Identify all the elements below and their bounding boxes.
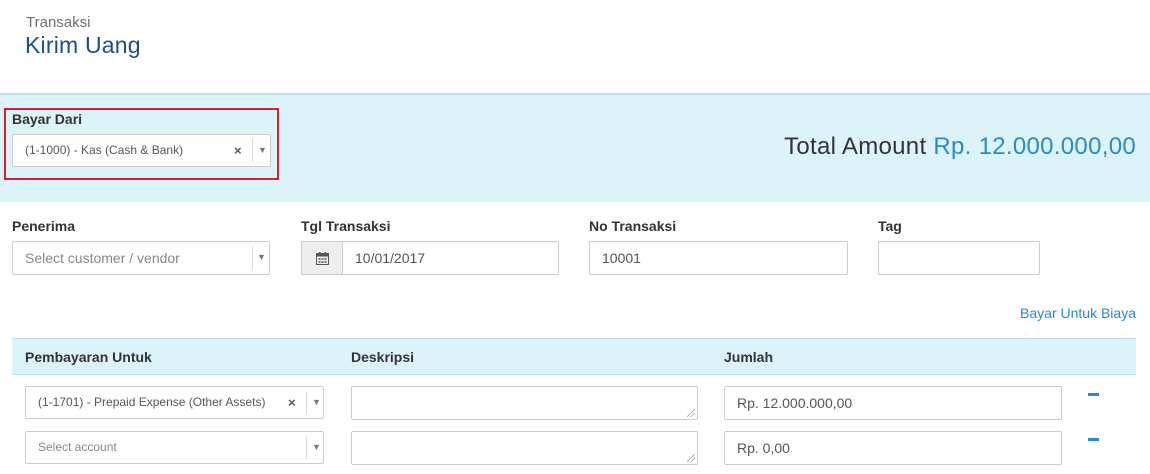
- chevron-down-icon[interactable]: ▼: [258, 145, 267, 155]
- select-divider: [252, 139, 253, 162]
- select-divider: [252, 246, 253, 270]
- amount-value: Rp. 12.000.000,00: [737, 395, 853, 411]
- amount-input[interactable]: Rp. 0,00: [724, 431, 1062, 465]
- page-title: Kirim Uang: [25, 32, 141, 58]
- page-header: Transaksi Kirim Uang: [0, 0, 1150, 93]
- pay-from-value: (1-1000) - Kas (Cash & Bank): [25, 143, 184, 157]
- column-header-amount: Jumlah: [724, 349, 774, 365]
- date-value: 10/01/2017: [355, 250, 426, 266]
- chevron-down-icon[interactable]: ▼: [312, 397, 321, 407]
- select-divider: [306, 391, 307, 414]
- pay-expense-link[interactable]: Bayar Untuk Biaya: [1020, 305, 1136, 321]
- resize-handle-icon[interactable]: [687, 409, 695, 417]
- column-header-description: Deskripsi: [351, 349, 415, 365]
- table-header: Pembayaran Untuk Deskripsi Jumlah: [12, 338, 1136, 375]
- pay-from-select[interactable]: (1-1000) - Kas (Cash & Bank) × ▼: [12, 134, 271, 167]
- chevron-down-icon[interactable]: ▼: [257, 252, 266, 262]
- account-value: (1-1701) - Prepaid Expense (Other Assets…: [38, 395, 266, 409]
- amount-value: Rp. 0,00: [737, 440, 790, 456]
- transaction-number-value: 10001: [602, 250, 641, 266]
- breadcrumb[interactable]: Transaksi: [26, 14, 90, 31]
- description-textarea[interactable]: [351, 386, 698, 420]
- amount-input[interactable]: Rp. 12.000.000,00: [724, 386, 1062, 420]
- total-amount-label: Total Amount: [784, 133, 927, 160]
- date-label: Tgl Transaksi: [301, 218, 391, 234]
- remove-row-icon[interactable]: [1088, 438, 1099, 441]
- resize-handle-icon[interactable]: [687, 454, 695, 462]
- tag-input[interactable]: [878, 241, 1040, 275]
- calendar-addon[interactable]: [301, 241, 343, 275]
- clear-icon[interactable]: ×: [288, 395, 296, 410]
- transaction-number-input[interactable]: 10001: [589, 241, 848, 275]
- clear-icon[interactable]: ×: [234, 143, 242, 158]
- pay-from-label: Bayar Dari: [12, 111, 83, 127]
- recipient-placeholder: Select customer / vendor: [25, 250, 180, 266]
- total-amount: Total Amount Rp. 12.000.000,00: [784, 133, 1136, 161]
- recipient-label: Penerima: [12, 218, 76, 234]
- select-divider: [306, 436, 307, 459]
- total-amount-value: Rp. 12.000.000,00: [933, 133, 1136, 160]
- tag-label: Tag: [878, 218, 902, 234]
- account-placeholder: Select account: [38, 440, 117, 454]
- remove-row-icon[interactable]: [1088, 393, 1099, 396]
- calendar-icon: [316, 252, 329, 265]
- chevron-down-icon[interactable]: ▼: [312, 442, 321, 452]
- column-header-account: Pembayaran Untuk: [25, 349, 152, 365]
- date-input[interactable]: 10/01/2017: [342, 241, 559, 275]
- transaction-number-label: No Transaksi: [589, 218, 677, 234]
- description-textarea[interactable]: [351, 431, 698, 465]
- account-select[interactable]: (1-1701) - Prepaid Expense (Other Assets…: [25, 386, 324, 419]
- recipient-select[interactable]: Select customer / vendor ▼: [12, 241, 270, 275]
- account-select[interactable]: Select account ▼: [25, 431, 324, 464]
